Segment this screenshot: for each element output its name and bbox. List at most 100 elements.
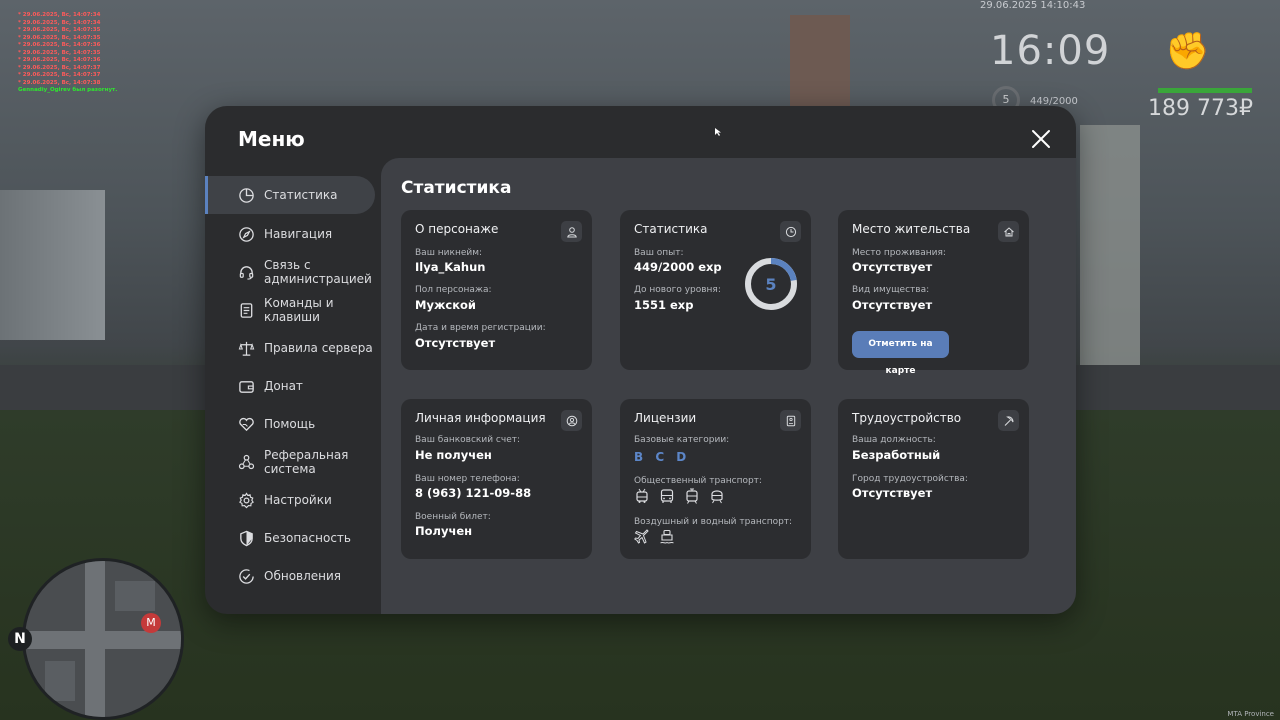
employment-city-value: Отсутствует <box>852 486 933 500</box>
chat-line: * 29.06.2025, Вс, 14:07:37 <box>18 72 101 78</box>
minimap-road <box>25 631 181 649</box>
field-label: Базовые категории: <box>634 435 730 445</box>
gear-icon <box>237 491 255 509</box>
page-title: Статистика <box>401 178 512 198</box>
field-label: Ваш никнейм: <box>415 248 483 258</box>
hud-money: 189 773₽ <box>1148 96 1253 121</box>
chat-line: * 29.06.2025, Вс, 14:07:36 <box>18 42 101 48</box>
chat-log: * 29.06.2025, Вс, 14:07:34 * 29.06.2025,… <box>18 12 117 95</box>
hud-clock: 16:09 <box>990 28 1111 74</box>
sidebar-item-label: Донат <box>264 379 303 393</box>
sidebar-item-label: Безопасность <box>264 531 351 545</box>
license-categories: B C D <box>634 450 688 464</box>
sidebar-item-admin-contact[interactable]: Связь с администрацией <box>205 253 381 291</box>
check-circle-icon <box>237 567 255 585</box>
airplane-icon <box>634 529 650 545</box>
sidebar-item-label: Помощь <box>264 417 316 431</box>
compass-icon <box>237 225 255 243</box>
sidebar-item-rules[interactable]: Правила сервера <box>205 329 381 367</box>
card-title: О персонаже <box>415 222 499 236</box>
pickaxe-icon <box>998 410 1019 431</box>
scales-icon <box>237 339 255 357</box>
sidebar-item-label: Команды и клавиши <box>264 296 334 324</box>
sidebar-item-label: Реферальная система <box>264 448 349 476</box>
watermark: MTA Province <box>1227 710 1274 718</box>
pie-chart-icon <box>237 186 255 204</box>
public-transport-icons <box>634 488 725 504</box>
sidebar-item-label: Настройки <box>264 493 332 507</box>
field-label: Воздушный и водный транспорт: <box>634 517 793 527</box>
home-icon <box>998 221 1019 242</box>
personal-info-card: Личная информация Ваш банковский счет: Н… <box>401 399 592 559</box>
sidebar-item-commands[interactable]: Команды и клавиши <box>205 291 381 329</box>
sidebar-item-label: Связь с администрацией <box>264 258 372 286</box>
residence-card: Место жительства Место проживания: Отсут… <box>838 210 1029 376</box>
chat-line: Gennadiy_Ogirev был разогнут. <box>18 87 118 93</box>
registration-value: Отсутствует <box>415 336 496 350</box>
field-label: Дата и время регистрации: <box>415 323 546 333</box>
sidebar-item-referral[interactable]: Реферальная система <box>205 443 381 481</box>
mouse-cursor-icon <box>715 128 721 136</box>
card-title: Место жительства <box>852 222 971 236</box>
chat-line: * 29.06.2025, Вс, 14:07:35 <box>18 34 101 41</box>
chat-line: * 29.06.2025, Вс, 14:07:36 <box>18 57 101 63</box>
mark-on-map-button[interactable]: Отметить на карте <box>852 331 949 376</box>
chat-line: * 29.06.2025, Вс, 14:07:35 <box>18 27 101 33</box>
sidebar-item-donate[interactable]: Донат <box>205 367 381 405</box>
licenses-card: Лицензии Базовые категории: B C D Общест… <box>620 399 811 559</box>
sidebar-item-security[interactable]: Безопасность <box>205 519 381 557</box>
metro-icon <box>709 488 725 504</box>
sidebar-item-label: Статистика <box>264 188 338 202</box>
user-circle-icon <box>561 410 582 431</box>
field-label: Ваш опыт: <box>634 248 684 258</box>
trolleybus-icon <box>634 488 650 504</box>
user-icon <box>561 221 582 242</box>
sidebar-item-label: Правила сервера <box>264 341 373 355</box>
tram-icon <box>684 488 700 504</box>
field-label: Военный билет: <box>415 512 491 522</box>
air-water-transport-icons <box>634 529 675 545</box>
sidebar-item-navigation[interactable]: Навигация <box>205 215 381 253</box>
compass-north: N <box>8 627 32 651</box>
field-label: Ваш банковский счет: <box>415 435 521 445</box>
hud-date: 29.06.2025 14:10:43 <box>980 0 1086 11</box>
character-card: О персонаже Ваш никнейм: Ilya_Kahun Пол … <box>401 210 592 370</box>
headset-icon <box>237 263 255 281</box>
building <box>1080 125 1140 365</box>
statistics-card: Статистика Ваш опыт: 449/2000 exp До нов… <box>620 210 811 370</box>
card-title: Лицензии <box>634 411 697 425</box>
document-icon <box>237 301 255 319</box>
minimap-block <box>45 661 75 701</box>
sidebar-item-updates[interactable]: Обновления <box>205 557 381 595</box>
residence-value: Отсутствует <box>852 260 933 274</box>
bus-icon <box>659 488 675 504</box>
field-label: Вид имущества: <box>852 285 930 295</box>
card-title: Личная информация <box>415 411 546 425</box>
sidebar-item-statistics[interactable]: Статистика <box>205 176 375 214</box>
boat-icon <box>659 529 675 545</box>
bank-account-value: Не получен <box>415 448 492 462</box>
exp-value: 449/2000 exp <box>634 260 722 274</box>
position-value: Безработный <box>852 448 941 462</box>
clock-icon <box>780 221 801 242</box>
next-level-value: 1551 exp <box>634 298 694 312</box>
minimap: M <box>22 558 184 720</box>
card-title: Трудоустройство <box>852 411 962 425</box>
minimap-marker-icon: M <box>141 613 161 633</box>
property-value: Отсутствует <box>852 298 933 312</box>
chat-line: * 29.06.2025, Вс, 14:07:38 <box>18 79 101 86</box>
id-card-icon <box>780 410 801 431</box>
sidebar-item-help[interactable]: Помощь <box>205 405 381 443</box>
employment-card: Трудоустройство Ваша должность: Безработ… <box>838 399 1029 559</box>
sidebar-item-settings[interactable]: Настройки <box>205 481 381 519</box>
network-icon <box>237 453 255 471</box>
health-bar <box>1158 88 1252 93</box>
field-label: Город трудоустройства: <box>852 474 968 484</box>
field-label: До нового уровня: <box>634 285 721 295</box>
nickname-value: Ilya_Kahun <box>415 260 486 274</box>
close-icon <box>1032 130 1050 148</box>
menu-title: Меню <box>238 127 305 151</box>
phone-value: 8 (963) 121-09-88 <box>415 486 532 500</box>
military-id-value: Получен <box>415 524 473 538</box>
close-button[interactable] <box>1030 128 1052 150</box>
